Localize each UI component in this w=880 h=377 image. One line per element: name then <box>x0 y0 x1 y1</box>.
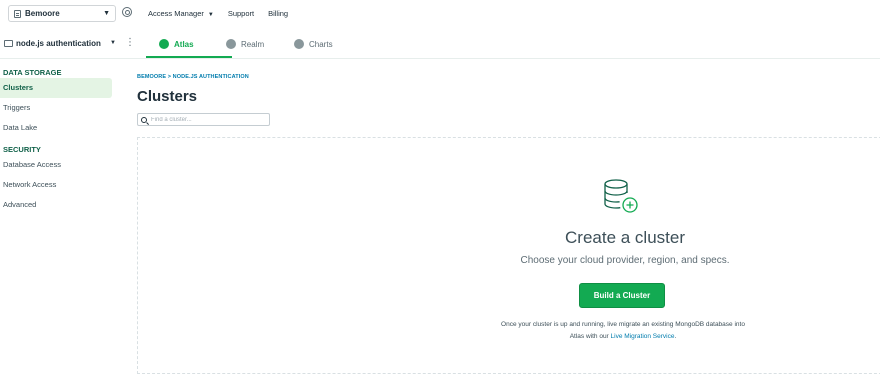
tab-realm[interactable]: Realm <box>226 39 264 49</box>
tab-charts[interactable]: Charts <box>294 39 333 49</box>
project-bar: node.js authentication ▼ ⋮ Atlas Realm C… <box>0 31 880 59</box>
charts-icon <box>294 39 304 49</box>
more-options-icon[interactable]: ⋮ <box>125 38 135 48</box>
sidebar-item-database-access[interactable]: Database Access <box>0 155 112 175</box>
migration-help-line-1: Once your cluster is up and running, liv… <box>501 321 745 328</box>
empty-state-subtitle: Choose your cloud provider, region, and … <box>520 255 730 266</box>
live-migration-link[interactable]: Live Migration Service <box>611 333 675 340</box>
breadcrumb[interactable]: BEMOORE > NODE.JS AUTHENTICATION <box>137 74 249 80</box>
chevron-down-icon: ▼ <box>103 10 110 17</box>
organization-name: Bemoore <box>25 9 60 18</box>
sidebar-heading-security: SECURITY <box>3 145 41 154</box>
divider <box>0 58 880 59</box>
search-icon <box>141 116 147 123</box>
project-select[interactable]: node.js authentication <box>4 39 101 48</box>
organization-icon <box>14 9 21 18</box>
migration-help-line-2: Atlas with our Live Migration Service. <box>569 333 677 340</box>
chevron-down-icon[interactable]: ▼ <box>110 40 116 46</box>
page-title: Clusters <box>137 88 198 105</box>
sidebar-item-data-lake[interactable]: Data Lake <box>0 118 112 138</box>
top-bar: ‹ Bemoore ▼ Access Manager▼ Support Bill… <box>0 0 880 28</box>
sidebar-item-clusters[interactable]: Clusters <box>0 78 112 98</box>
tab-atlas[interactable]: Atlas <box>159 39 194 49</box>
realm-icon <box>226 39 236 49</box>
support-link[interactable]: Support <box>228 9 254 18</box>
gear-icon[interactable] <box>122 7 132 17</box>
sidebar-item-network-access[interactable]: Network Access <box>0 175 112 195</box>
sidebar-item-triggers[interactable]: Triggers <box>0 98 112 118</box>
project-name: node.js authentication <box>16 39 101 48</box>
folder-icon <box>4 40 13 47</box>
database-add-icon <box>604 179 638 213</box>
build-cluster-button[interactable]: Build a Cluster <box>579 283 665 308</box>
sidebar-heading-data-storage: DATA STORAGE <box>3 68 62 77</box>
cluster-search[interactable] <box>137 113 270 126</box>
chevron-down-icon: ▼ <box>207 12 214 18</box>
search-input[interactable] <box>151 116 261 123</box>
organization-select[interactable]: Bemoore ▼ <box>8 5 116 22</box>
billing-link[interactable]: Billing <box>268 9 288 18</box>
empty-state-title: Create a cluster <box>565 228 685 247</box>
sidebar-item-advanced[interactable]: Advanced <box>0 195 112 215</box>
access-manager-menu[interactable]: Access Manager ▼ <box>148 9 214 18</box>
atlas-icon <box>159 39 169 49</box>
top-nav: Access Manager ▼ Support Billing <box>148 9 288 18</box>
sidebar: DATA STORAGE Clusters Triggers Data Lake… <box>0 68 112 215</box>
